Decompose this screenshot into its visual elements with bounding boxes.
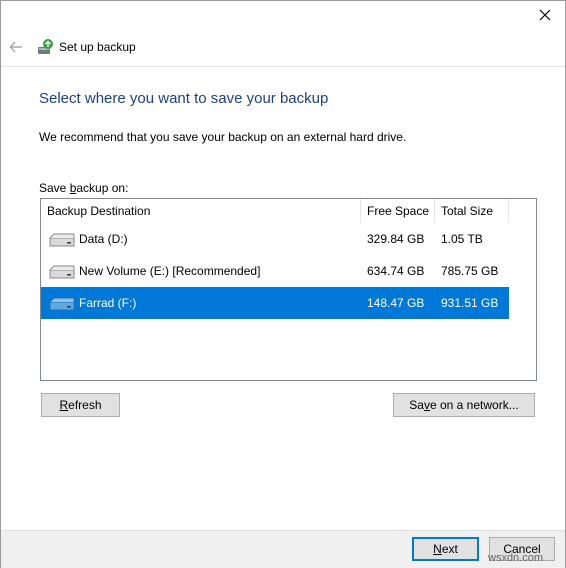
window-title: Set up backup <box>59 40 136 54</box>
refresh-button[interactable]: Refresh <box>41 393 120 417</box>
backup-icon <box>38 39 53 54</box>
hard-drive-icon <box>49 233 75 247</box>
table-row[interactable]: Data (D:) 329.84 GB 1.05 TB <box>41 223 509 255</box>
watermark: wsxdn.com <box>488 552 544 564</box>
column-header-total-size[interactable]: Total Size <box>435 199 509 223</box>
title-bar: Set up backup <box>1 31 565 65</box>
free-space: 148.47 GB <box>367 296 425 310</box>
column-header-destination[interactable]: Backup Destination <box>41 199 361 223</box>
destination-name: Data (D:) <box>79 232 128 246</box>
back-button[interactable] <box>7 37 27 57</box>
destination-name: Farrad (F:) <box>79 296 137 310</box>
destination-name: New Volume (E:) [Recommended] <box>79 264 261 278</box>
dialog-footer: Next Cancel wsxdn.com <box>1 530 565 568</box>
free-space: 634.74 GB <box>367 264 425 278</box>
save-on-network-button[interactable]: Save on a network... <box>393 393 535 417</box>
save-backup-label: Save backup on: <box>39 181 129 195</box>
page-heading: Select where you want to save your backu… <box>39 90 329 107</box>
table-row[interactable]: New Volume (E:) [Recommended] 634.74 GB … <box>41 255 509 287</box>
list-header: Backup Destination Free Space Total Size <box>41 199 536 223</box>
column-header-free-space[interactable]: Free Space <box>361 199 435 223</box>
close-button[interactable] <box>531 3 559 27</box>
total-size: 1.05 TB <box>441 232 483 246</box>
dialog-window: Set up backup Select where you want to s… <box>0 0 566 568</box>
table-row-selected[interactable]: Farrad (F:) 148.47 GB 931.51 GB <box>41 287 509 319</box>
back-arrow-icon <box>9 41 22 53</box>
close-icon <box>539 9 551 21</box>
title-divider <box>1 66 565 67</box>
backup-destination-list[interactable]: Backup Destination Free Space Total Size… <box>40 198 537 381</box>
recommendation-text: We recommend that you save your backup o… <box>39 130 407 144</box>
next-button[interactable]: Next <box>412 537 479 561</box>
hard-drive-icon <box>49 265 75 279</box>
total-size: 931.51 GB <box>441 296 499 310</box>
total-size: 785.75 GB <box>441 264 499 278</box>
free-space: 329.84 GB <box>367 232 425 246</box>
hard-drive-icon <box>49 297 75 311</box>
